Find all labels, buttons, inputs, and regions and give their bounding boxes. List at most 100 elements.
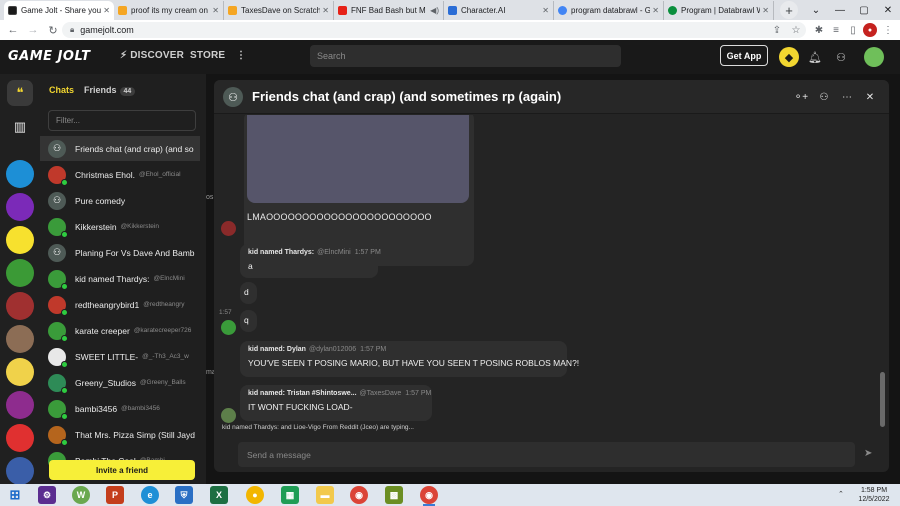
extensions-icon[interactable]: ✱ [812,23,826,37]
forward-icon[interactable]: → [26,23,40,37]
chat-list-item[interactable]: kid named Thardys: @ElncMini [40,266,200,291]
app-icon[interactable]: ● [246,486,264,504]
chat-list-item[interactable]: Kikkerstein @Kikkerstein [40,214,200,239]
chat-list-item[interactable]: That Mrs. Pizza Simp (Still Jayd [40,422,200,447]
message-author[interactable]: kid named Thardys: [248,249,314,256]
tab-title: Program | Databrawl Wik [681,6,760,15]
message-input[interactable]: Send a message [238,442,855,467]
chrome-active-icon[interactable]: ◉ [420,486,438,506]
share-icon[interactable]: ⇪ [770,23,784,37]
library-icon[interactable]: ▥ [7,114,33,140]
security-shield-icon[interactable]: ⛨ [175,486,193,504]
powerpoint-icon[interactable]: P [106,486,124,504]
community-avatar[interactable] [6,391,34,419]
close-icon[interactable]: ✕ [542,6,549,15]
gamejolt-logo[interactable]: GAME JOLT [8,49,90,64]
community-avatar[interactable] [6,325,34,353]
avatar[interactable] [221,408,236,423]
tab-chats[interactable]: Chats [49,85,74,95]
friends-activity-icon[interactable]: ⚇ [833,49,849,65]
chat-list-item[interactable]: ⚇ Planing For Vs Dave And Bamb [40,240,200,265]
file-explorer-icon[interactable]: ▬ [316,486,334,504]
chat-list-item[interactable]: Greeny_Studios @Greeny_Balls [40,370,200,395]
new-tab-button[interactable]: + [780,1,798,19]
chat-list-item[interactable]: Christmas Ehol. @Ehol_official [40,162,200,187]
browser-tab[interactable]: proof its my cream on Sc ✕ [114,1,224,20]
get-app-button[interactable]: Get App [720,45,768,66]
address-bar[interactable]: 🔒︎ gamejolt.com [62,22,806,38]
user-avatar[interactable] [864,47,884,67]
chat-list-item[interactable]: redtheangrybird1 @redtheangry [40,292,200,317]
windows-start-icon[interactable]: ⊞ [6,486,24,504]
avatar[interactable] [221,320,236,335]
reading-list-icon[interactable]: ≡ [829,23,843,37]
wordle-app-icon[interactable]: W [72,486,90,504]
back-icon[interactable]: ← [6,23,20,37]
chat-list-item[interactable]: karate creeper @karatecreeper726 [40,318,200,343]
close-icon[interactable]: ✕ [322,6,329,15]
left-icon-rail: ❝ ▥ [0,74,40,485]
settings-gear-icon[interactable]: ⚙ [38,486,56,504]
community-avatar[interactable] [6,193,34,221]
browser-tab[interactable]: Game Jolt - Share your c ✕ [4,1,114,20]
message-image[interactable] [247,115,469,203]
community-avatar[interactable] [6,259,34,287]
tray-chevron-icon[interactable]: ⌃ [838,490,844,498]
message-author[interactable]: kid named: Tristan #Shintoswe... [248,390,357,397]
send-icon[interactable]: ➤ [864,448,872,459]
notifications-bell-icon[interactable]: 🔔︎ [807,49,823,65]
avatar[interactable] [221,221,236,236]
chat-list-item[interactable]: bambi3456 @bambi3456 [40,396,200,421]
system-clock[interactable]: 1:58 PM 12/5/2022 [852,486,896,504]
members-icon[interactable]: ⚇ [817,90,831,104]
invite-friend-button[interactable]: Invite a friend [49,460,195,480]
store-link[interactable]: STORE [190,50,225,61]
chat-list-item[interactable]: SWEET LITTLE- @_-Th3_Ac3_w [40,344,200,369]
close-icon[interactable]: ✕ [103,6,110,15]
browser-tab[interactable]: Program | Databrawl Wik ✕ [664,1,774,20]
maximize-icon[interactable]: ▢ [854,0,874,20]
side-panel-icon[interactable]: ▯ [846,23,860,37]
community-avatar[interactable] [6,358,34,386]
quest-badge-icon[interactable]: ◆ [779,47,799,67]
spreadsheet-app-icon[interactable]: ▦ [281,486,299,504]
message-author[interactable]: kid named: Dylan [248,346,306,353]
community-avatar[interactable] [6,160,34,188]
browser-menu-icon[interactable]: ⋮ [881,23,895,37]
community-avatar[interactable] [6,457,34,485]
browser-tab[interactable]: TaxesDave on Scratch ✕ [224,1,334,20]
tab-search-icon[interactable]: ⌄ [806,0,826,20]
chat-handle: @bambi3456 [121,405,160,412]
browser-tab[interactable]: FNF Bad Bash but M ◀) [334,1,444,20]
more-menu-icon[interactable]: ⋮ [236,50,246,61]
speaker-icon[interactable]: ◀) [430,6,439,15]
community-avatar[interactable] [6,292,34,320]
excel-icon[interactable]: X [210,486,228,504]
more-options-icon[interactable]: ⋯ [840,90,854,104]
filter-input[interactable]: Filter... [48,110,196,131]
community-avatar[interactable] [6,226,34,254]
reload-icon[interactable]: ↻ [46,23,60,37]
window-close-icon[interactable]: ✕ [878,0,898,20]
edge-browser-icon[interactable]: e [141,486,159,504]
community-avatar[interactable] [6,424,34,452]
chat-list-item[interactable]: ⚇ Pure comedy [40,188,200,213]
close-chat-icon[interactable]: ✕ [863,90,877,104]
minecraft-icon[interactable]: ▩ [385,486,403,504]
bookmark-star-icon[interactable]: ☆ [789,23,803,37]
close-icon[interactable]: ✕ [652,6,659,15]
add-member-icon[interactable]: ⚬+ [794,90,808,104]
chat-scrollbar[interactable] [880,372,885,427]
chat-list-item[interactable]: ⚇ Friends chat (and crap) (and so [40,136,200,161]
profile-avatar[interactable]: ● [863,23,877,37]
browser-tab[interactable]: program databrawl - Go ✕ [554,1,664,20]
chrome-icon[interactable]: ◉ [350,486,368,504]
tab-friends[interactable]: Friends 44 [84,85,136,96]
minimize-icon[interactable]: — [830,0,850,20]
site-search-input[interactable]: Search [310,45,621,67]
discover-link[interactable]: ⚡︎ DISCOVER [120,50,184,61]
browser-tab[interactable]: Character.AI ✕ [444,1,554,20]
close-icon[interactable]: ✕ [762,6,769,15]
chat-bubble-icon[interactable]: ❝ [7,80,33,106]
close-icon[interactable]: ✕ [212,6,219,15]
